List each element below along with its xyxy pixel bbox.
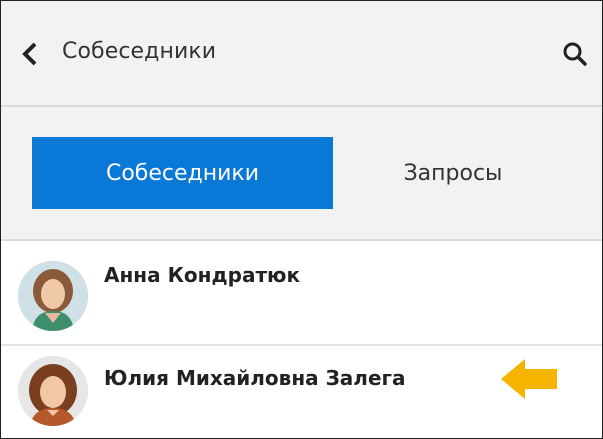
contact-name: Юлия Михайловна Залега — [104, 366, 406, 390]
header-bar: Собеседники — [1, 1, 602, 105]
avatar — [18, 261, 88, 331]
contact-name: Анна Кондратюк — [104, 263, 301, 287]
page-title: Собеседники — [62, 39, 217, 64]
arrow-left-icon — [501, 359, 557, 399]
tab-bar: Собеседники Запросы — [1, 107, 602, 239]
tab-label: Собеседники — [105, 160, 260, 186]
app-window: Собеседники Собеседники Запросы Анна Кон… — [0, 0, 603, 439]
avatar — [18, 356, 88, 426]
avatar-photo — [18, 261, 88, 331]
tab-requests[interactable]: Запросы — [333, 137, 573, 209]
search-icon[interactable] — [562, 41, 588, 67]
avatar-photo — [18, 356, 88, 426]
tab-interlocutors[interactable]: Собеседники — [32, 137, 333, 209]
chevron-left-icon[interactable] — [19, 40, 41, 68]
tab-label: Запросы — [403, 160, 503, 186]
contact-item[interactable]: Анна Кондратюк — [1, 241, 602, 344]
